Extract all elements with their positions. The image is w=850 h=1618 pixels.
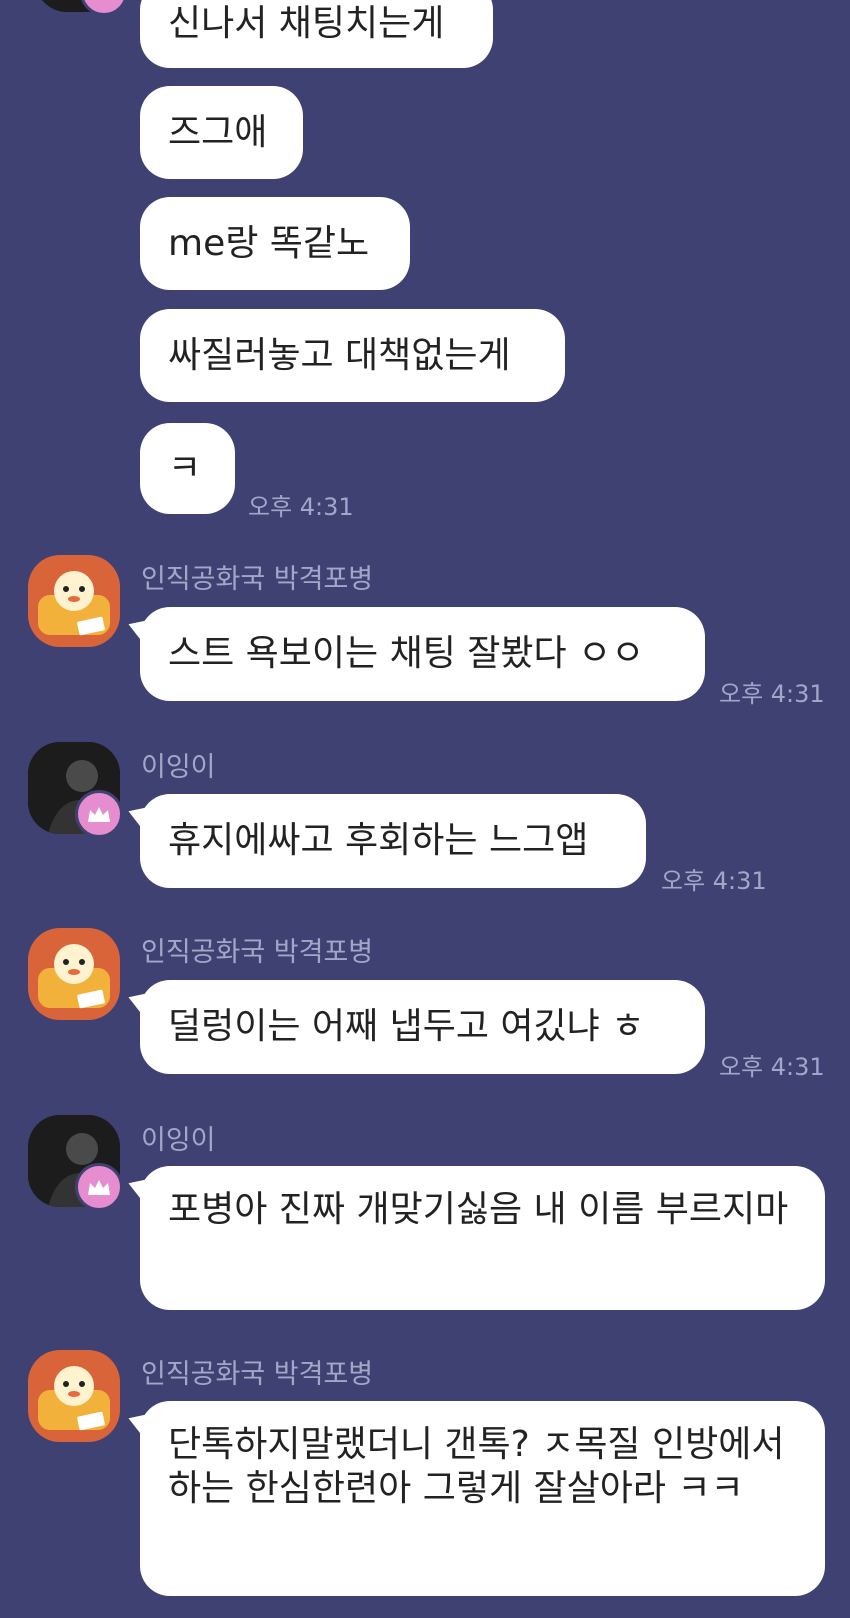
crown-badge-icon <box>75 790 123 838</box>
avatar[interactable] <box>28 1350 120 1442</box>
sender-name: 이잉이 <box>141 1125 216 1156</box>
sender-name: 인직공화국 박격포병 <box>141 564 374 595</box>
crown-badge-icon <box>80 0 128 16</box>
message-text: 단톡하지말랬더니 갠톡? ㅈ목질 인방에서 하는 한심한련아 그렇게 잘살아라 … <box>168 1424 785 1509</box>
avatar[interactable] <box>28 555 120 647</box>
sender-name: 이잉이 <box>141 752 216 783</box>
message-bubble[interactable]: 신나서 채팅치는게 <box>140 0 493 68</box>
message-timestamp: 오후 4:31 <box>661 867 767 895</box>
sender-name: 인직공화국 박격포병 <box>141 937 374 968</box>
message-timestamp: 오후 4:31 <box>719 1053 825 1081</box>
message-bubble[interactable]: 스트 욕보이는 채팅 잘봤다 ㅇㅇ <box>140 607 705 701</box>
message-text: 신나서 채팅치는게 <box>168 3 445 44</box>
message-text: 포병아 진짜 개맞기싫음 내 이름 부르지마 <box>168 1189 789 1230</box>
cartoon-character-icon <box>38 944 110 1009</box>
sender-name: 인직공화국 박격포병 <box>141 1359 374 1390</box>
message-text: 싸질러놓고 대책없는게 <box>168 334 511 376</box>
message-bubble[interactable]: 즈그애 <box>140 86 303 179</box>
message-bubble[interactable]: 포병아 진짜 개맞기싫음 내 이름 부르지마 <box>140 1166 825 1310</box>
message-timestamp: 오후 4:31 <box>719 680 825 708</box>
cartoon-character-icon <box>38 571 110 636</box>
message-text: ㅋ <box>168 447 202 489</box>
message-text: me랑 똑같노 <box>168 222 370 264</box>
message-text: 스트 욕보이는 채팅 잘봤다 ㅇㅇ <box>168 633 645 674</box>
message-bubble[interactable]: me랑 똑같노 <box>140 197 410 290</box>
message-text: 덜렁이는 어째 냅두고 여깄냐 ㅎ <box>168 1006 645 1047</box>
crown-badge-icon <box>75 1163 123 1211</box>
message-bubble[interactable]: 싸질러놓고 대책없는게 <box>140 309 565 402</box>
message-bubble[interactable]: 덜렁이는 어째 냅두고 여깄냐 ㅎ <box>140 980 705 1074</box>
message-text: 즈그애 <box>168 111 268 153</box>
message-bubble[interactable]: 휴지에싸고 후회하는 느그앱 <box>140 794 646 888</box>
message-bubble[interactable]: ㅋ <box>140 423 235 514</box>
message-timestamp: 오후 4:31 <box>248 493 354 521</box>
avatar[interactable] <box>28 928 120 1020</box>
message-text: 휴지에싸고 후회하는 느그앱 <box>168 820 589 861</box>
message-bubble[interactable]: 단톡하지말랬더니 갠톡? ㅈ목질 인방에서 하는 한심한련아 그렇게 잘살아라 … <box>140 1401 825 1596</box>
cartoon-character-icon <box>38 1366 110 1431</box>
